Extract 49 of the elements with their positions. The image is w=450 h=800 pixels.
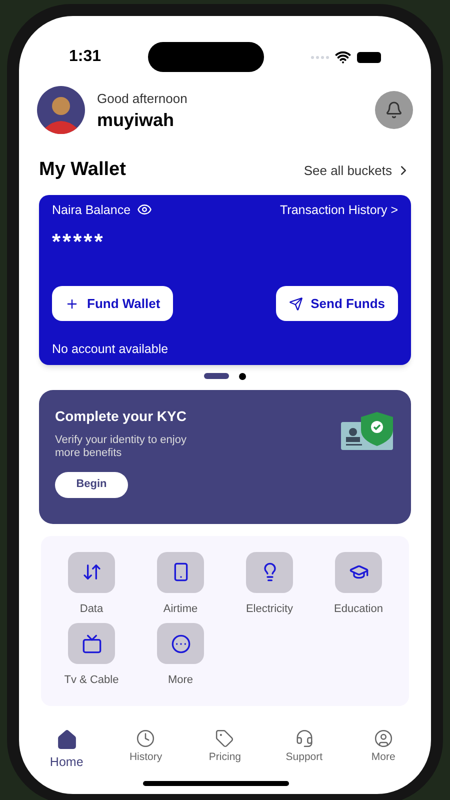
arrows-icon [82,562,102,582]
plus-icon [65,296,79,311]
wifi-icon [335,49,351,65]
service-label: Education [334,602,383,616]
service-label: Data [80,602,104,616]
kyc-title: Complete your KYC [55,406,188,426]
tab-item[interactable]: Support [272,729,336,772]
kyc-description: Verify your identity to enjoy more benefits [55,434,188,460]
greeting-text: Good afternoon [97,90,188,108]
headset-icon [294,729,314,748]
avatar-icon [37,86,85,134]
tv-icon [82,634,102,654]
begin-button[interactable]: Begin [55,472,128,498]
bell-icon [385,101,403,119]
send-funds-button[interactable]: Send Funds [276,286,398,322]
transaction-history-link[interactable]: Transaction History > [280,200,398,220]
more-icon [170,634,190,654]
tab-item[interactable]: Home [34,729,99,772]
status-time: 1:31 [69,47,102,67]
eye-icon[interactable] [136,202,152,218]
tab-item[interactable]: Pricing [192,729,257,772]
tab-item[interactable]: More [351,729,416,772]
service-label: Electricity [246,602,294,616]
service-item[interactable]: Education [314,552,403,617]
battery-icon [357,52,381,62]
service-label: Airtime [163,602,198,616]
balance-value: ***** [52,228,106,256]
see-all-link[interactable]: See all buckets [304,160,411,180]
balance-label: Naira Balance [52,202,131,218]
username-text: muyiwah [97,108,176,131]
fund-wallet-button[interactable]: Fund Wallet [52,286,174,322]
tab-item[interactable]: History [114,729,178,772]
notification-button[interactable] [375,91,413,129]
service-item[interactable]: Airtime [136,552,225,617]
id-card-shield-icon [341,412,395,452]
signal-icon [311,56,329,58]
service-label: Tv & Cable [64,673,119,688]
service-item[interactable]: Electricity [225,552,314,617]
service-item[interactable]: Data [47,552,136,617]
send-icon [288,296,303,311]
user-icon [374,729,393,748]
service-label: More [168,673,194,688]
section-title: My Wallet [39,158,126,182]
tag-icon [215,729,234,748]
home-icon [56,729,78,752]
clock-icon [136,729,156,748]
account-note: No account available [52,340,170,358]
service-item[interactable]: More [136,623,225,688]
service-item[interactable]: Tv & Cable [47,623,136,688]
